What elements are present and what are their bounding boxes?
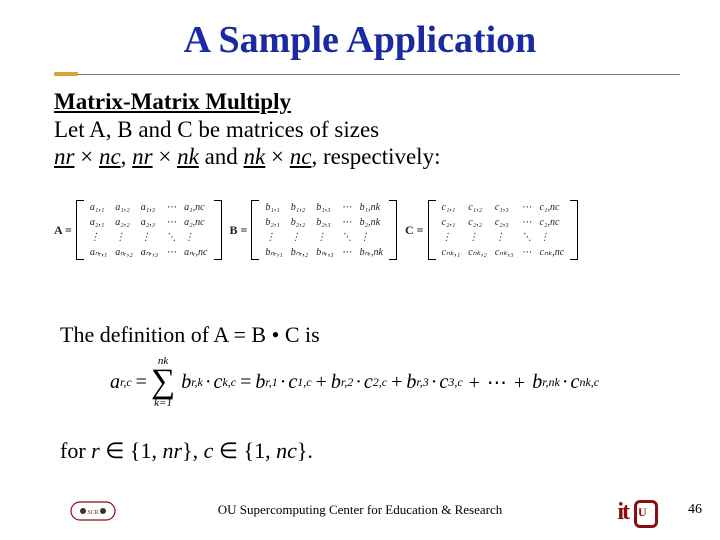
bracket-icon <box>76 200 84 260</box>
it-logo-icon: it <box>617 499 628 526</box>
for-line: for r ∈ {1, nr}, c ∈ {1, nc}. <box>60 438 313 464</box>
ou-logo-icon: U <box>632 498 656 526</box>
intro-line-1: Let A, B and C be matrices of sizes <box>54 116 680 144</box>
page-number: 46 <box>688 502 702 518</box>
bracket-icon <box>570 200 578 260</box>
subheading: Matrix-Matrix Multiply <box>54 88 680 116</box>
matrix-a-label: A = <box>54 223 72 238</box>
intro-line-2: nr × nc, nr × nk and nk × nc, respective… <box>54 143 680 171</box>
slide-title: A Sample Application <box>0 18 720 62</box>
bracket-icon <box>389 200 397 260</box>
footer-text: OU Supercomputing Center for Education &… <box>0 502 720 518</box>
accent-bar <box>54 72 78 76</box>
footer: SCR OU Supercomputing Center for Educati… <box>0 490 720 530</box>
divider-line <box>78 74 680 75</box>
matrix-a: a₁,₁a₁,₂a₁,₃⋯a₁,nc a₂,₁a₂,₂a₂,₃⋯a₂,nc ⋮⋮… <box>86 200 212 260</box>
right-logos: it U <box>617 498 656 526</box>
body-text: Matrix-Matrix Multiply Let A, B and C be… <box>54 88 680 171</box>
matrix-b-label: B = <box>230 223 248 238</box>
matrices-row: A = a₁,₁a₁,₂a₁,₃⋯a₁,nc a₂,₁a₂,₂a₂,₃⋯a₂,n… <box>54 200 690 260</box>
definition-line: The definition of A = B • C is <box>60 322 320 348</box>
sigma-icon: nk ∑ k=1 <box>151 356 175 409</box>
matrix-c-label: C = <box>405 223 424 238</box>
summation-formula: ar,c = nk ∑ k=1 br,k · ck,c = br,1·c1,c … <box>110 356 599 409</box>
bracket-icon <box>251 200 259 260</box>
bracket-icon <box>428 200 436 260</box>
bracket-icon <box>214 200 222 260</box>
matrix-c: c₁,₁c₁,₂c₁,₃⋯c₁,nc c₂,₁c₂,₂c₂,₃⋯c₂,nc ⋮⋮… <box>438 200 569 260</box>
slide: A Sample Application Matrix-Matrix Multi… <box>0 0 720 540</box>
matrix-b: b₁,₁b₁,₂b₁,₃⋯b₁,nk b₂,₁b₂,₂b₂,₃⋯b₂,nk ⋮⋮… <box>261 200 387 260</box>
